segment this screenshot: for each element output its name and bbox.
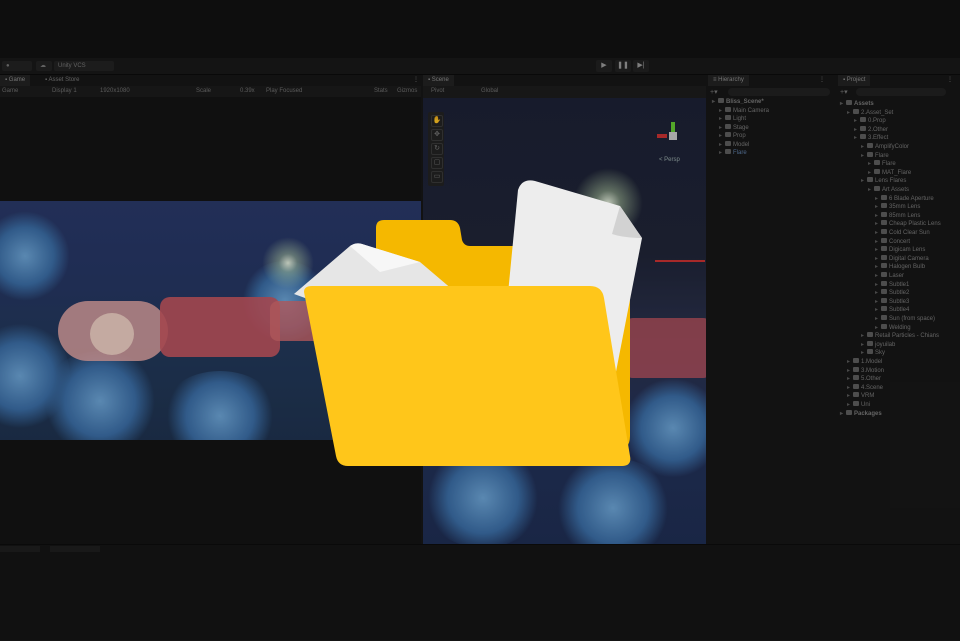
folder-front-panel — [304, 286, 631, 466]
open-folder-icon — [294, 180, 642, 466]
